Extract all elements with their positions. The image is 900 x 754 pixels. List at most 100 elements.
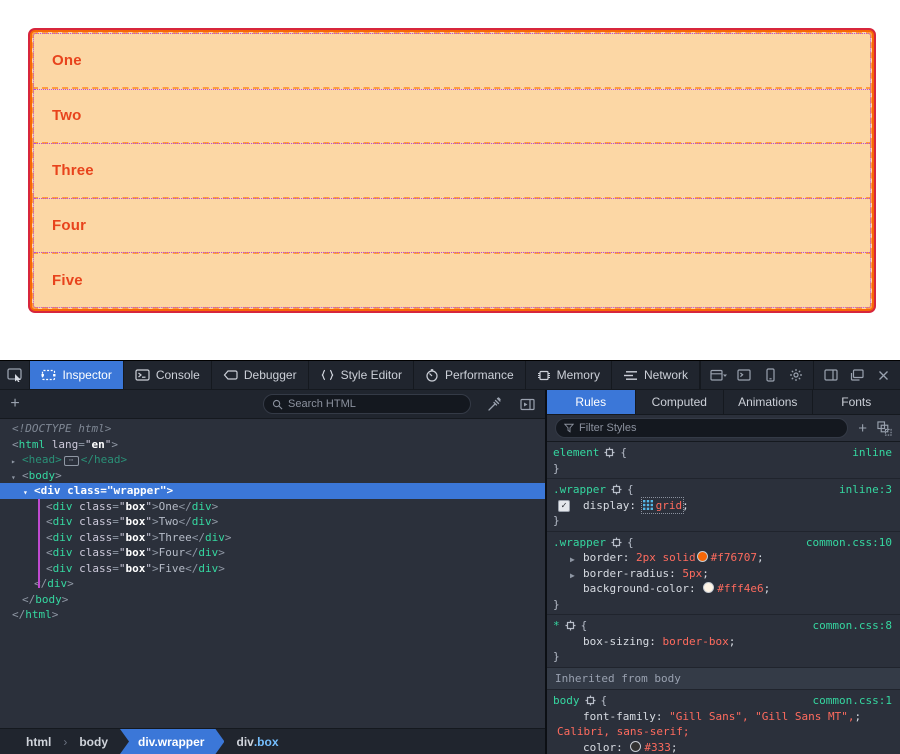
tab-memory[interactable]: Memory [526,361,612,389]
property-value[interactable]: 2px solid [636,551,696,564]
grid-box-label: One [52,52,82,69]
color-swatch[interactable] [697,551,708,562]
markup-token: > [212,515,219,528]
tab-performance[interactable]: Performance [414,361,526,389]
property-value[interactable]: #fff4e6 [717,582,763,595]
property-name[interactable]: background-color: [583,582,702,595]
grid-box: Four [32,197,872,254]
close-brace: } [553,513,892,529]
markup-line[interactable]: <div class="box">Three</div> [0,530,545,546]
highlighter-icon[interactable] [611,537,622,548]
markup-token: " [119,500,126,513]
tab-rules[interactable]: Rules [547,390,636,414]
highlighter-icon[interactable] [585,695,596,706]
filter-styles-input[interactable]: Filter Styles [555,418,848,438]
tab-network[interactable]: Network [612,361,700,389]
network-icon [623,370,638,381]
rule-selector[interactable]: .wrapper [553,482,606,498]
stylesheet-link[interactable]: inline [852,445,892,461]
iframe-picker-icon[interactable] [705,362,731,388]
tab-computed[interactable]: Computed [636,390,725,414]
inspector-icon [41,369,56,381]
eyedropper-icon[interactable] [484,397,504,411]
css-rule: body{common.css:1font-family: "Gill Sans… [547,690,900,754]
stylesheet-link[interactable]: common.css:8 [813,618,892,634]
property-name[interactable]: border-radius: [583,567,682,580]
three-pane-toggle-icon[interactable] [517,398,537,411]
stylesheet-link[interactable]: common.css:1 [813,693,892,709]
markup-line[interactable]: ▸<head>⋯</head> [0,452,545,468]
markup-line[interactable]: ▾<body> [0,468,545,484]
markup-line[interactable]: </body> [0,592,545,608]
close-icon[interactable] [870,362,896,388]
highlighter-icon[interactable] [565,620,576,631]
grid-toggle-icon[interactable] [643,500,653,510]
tab-fonts[interactable]: Fonts [813,390,900,414]
breadcrumb-item-body[interactable]: body [67,729,120,754]
responsive-mode-icon[interactable] [757,362,783,388]
class-panel-icon[interactable] [877,421,892,436]
property-value[interactable]: #f76707 [711,551,757,564]
breadcrumb-item-html[interactable]: html [14,729,63,754]
rules-content[interactable]: element{inline}.wrapper{inline:3✓display… [547,442,900,754]
markup-token: > [152,500,159,513]
property-name[interactable]: box-sizing: [583,635,662,648]
breadcrumb-item-div-wrapper[interactable]: div.wrapper [120,729,224,754]
markup-line[interactable]: <!DOCTYPE html> [0,421,545,437]
property-name[interactable]: border: [583,551,636,564]
color-swatch[interactable] [630,741,641,752]
markup-line[interactable]: <div class="box">One</div> [0,499,545,515]
add-node-button[interactable]: + [0,395,30,413]
property-value[interactable]: 5px [682,567,702,580]
tab-animations[interactable]: Animations [724,390,813,414]
stylesheet-link[interactable]: common.css:10 [806,535,892,551]
markup-line[interactable]: <html lang="en"> [0,437,545,453]
split-console-icon[interactable] [731,362,757,388]
add-rule-icon[interactable]: + [858,420,867,437]
stylesheet-link[interactable]: inline:3 [839,482,892,498]
color-swatch[interactable] [703,582,714,593]
property-name[interactable]: font-family: [583,710,669,723]
rendered-page: OneTwoThreeFourFive [0,0,900,360]
markup-view[interactable]: <!DOCTYPE html><html lang="en">▸<head>⋯<… [0,419,545,728]
property-value[interactable]: Calibri, sans-serif; [557,725,689,738]
dock-side-icon[interactable] [818,362,844,388]
property-value[interactable]: border-box [662,635,728,648]
rule-selector[interactable]: * [553,618,560,634]
tab-debugger[interactable]: Debugger [212,361,309,389]
markup-line[interactable]: <div class="box">Five</div> [0,561,545,577]
markup-line[interactable]: </div> [0,576,545,592]
tab-console[interactable]: Console [124,361,212,389]
tab-inspector[interactable]: Inspector [30,361,123,389]
property-value[interactable]: #333 [644,741,671,754]
pick-element-button[interactable] [0,361,30,389]
tab-style-editor[interactable]: Style Editor [309,361,414,389]
highlighter-icon[interactable] [611,484,622,495]
rule-selector[interactable]: .wrapper [553,535,606,551]
inline-ellipsis-icon[interactable]: ⋯ [64,456,79,466]
search-input[interactable]: Search HTML [263,394,471,414]
markup-token: > [62,593,69,606]
property-value[interactable]: grid [656,499,683,512]
property-value[interactable]: "Gill Sans", "Gill Sans MT", [669,710,854,723]
settings-icon[interactable] [783,362,809,388]
highlighter-icon[interactable] [604,447,615,458]
tab-label: Performance [445,368,514,382]
separate-window-icon[interactable] [844,362,870,388]
declaration-checkbox[interactable]: ✓ [558,500,570,512]
markup-token: " [119,562,126,575]
markup-token: = [112,500,119,513]
property-name[interactable]: color: [583,741,629,754]
markup-line[interactable]: <div class="box">Four</div> [0,545,545,561]
rule-selector[interactable]: body [553,693,580,709]
markup-line[interactable]: ▾<div class="wrapper"> [0,483,545,499]
breadcrumb-item-div[interactable]: div.box [224,729,290,754]
markup-token: </ [192,531,205,544]
markup-line[interactable]: </html> [0,607,545,623]
rule-selector[interactable]: element [553,445,599,461]
property-name[interactable]: display: [583,499,643,512]
markup-line[interactable]: <div class="box">Two</div> [0,514,545,530]
markup-token: " [119,531,126,544]
markup-token: = [112,531,119,544]
debugger-icon [223,369,238,381]
